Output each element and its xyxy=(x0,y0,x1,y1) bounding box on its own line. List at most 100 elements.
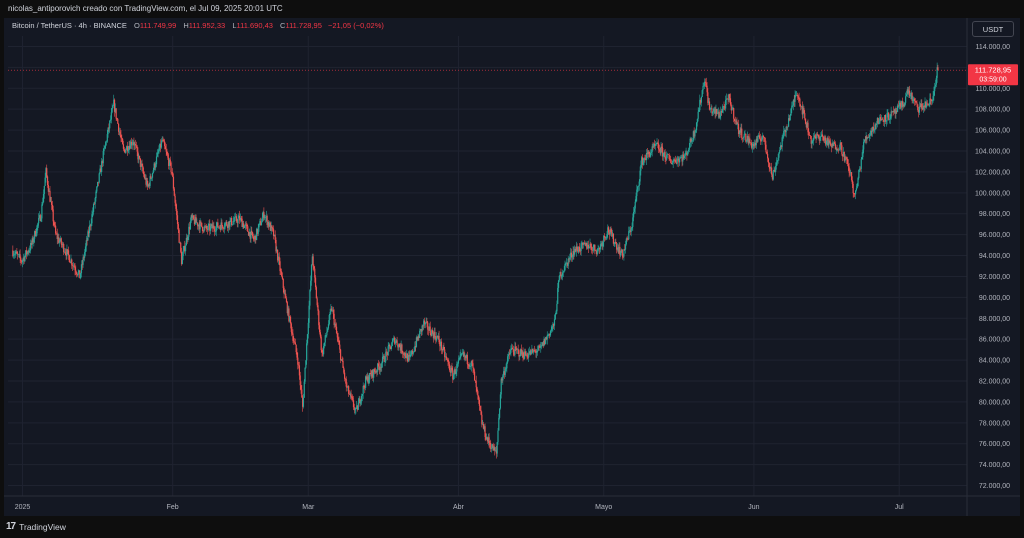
candle xyxy=(599,240,602,253)
chart-panel[interactable]: Bitcoin / TetherUS · 4h · BINANCE O111.7… xyxy=(4,18,1020,516)
candle xyxy=(133,137,135,151)
candle-body xyxy=(308,305,310,323)
candle-body xyxy=(550,329,552,332)
candle xyxy=(60,237,62,248)
candle-body xyxy=(47,184,49,192)
candle-body xyxy=(272,228,274,230)
candle xyxy=(122,137,124,145)
candle-body xyxy=(799,98,801,106)
candle-body xyxy=(712,111,714,114)
candle-body xyxy=(697,111,699,119)
candle-body xyxy=(60,238,62,245)
candle-body xyxy=(749,138,751,143)
candle-body xyxy=(297,357,299,365)
candle xyxy=(440,338,443,355)
candle xyxy=(913,97,916,106)
candle-body xyxy=(305,360,307,368)
candle-body xyxy=(561,275,563,278)
candle xyxy=(512,345,514,357)
candle-body xyxy=(135,145,137,147)
candle xyxy=(749,133,751,144)
candle-body xyxy=(119,131,121,136)
candle-body xyxy=(177,224,179,230)
candle-body xyxy=(635,196,637,202)
candle-body xyxy=(67,249,69,251)
candle xyxy=(141,159,143,167)
candle-body xyxy=(705,82,707,86)
candle-body xyxy=(861,157,863,160)
candle xyxy=(668,152,670,162)
candle-body xyxy=(603,235,606,238)
candle-body xyxy=(725,99,727,109)
candle-body xyxy=(299,375,301,386)
candle-body xyxy=(858,169,860,179)
candle-body xyxy=(817,134,820,138)
candle xyxy=(676,155,678,167)
candle-body xyxy=(410,354,412,356)
candle-body xyxy=(263,212,265,219)
candle-body xyxy=(599,244,602,250)
candle-body xyxy=(790,108,792,116)
candle-body xyxy=(310,280,312,291)
candle xyxy=(113,98,116,117)
candle-body xyxy=(157,152,159,154)
grid-lines xyxy=(8,36,967,496)
candle-body xyxy=(481,414,483,425)
candle xyxy=(304,367,306,385)
candle xyxy=(315,285,317,299)
candle-body xyxy=(909,90,911,97)
candle-body xyxy=(381,363,383,368)
candle-body xyxy=(536,350,539,353)
candle-body xyxy=(82,257,84,265)
candle xyxy=(232,216,234,226)
candle-body xyxy=(807,122,809,133)
candle xyxy=(514,341,516,358)
candle-body xyxy=(84,246,87,253)
candle-body xyxy=(497,430,499,443)
candle xyxy=(263,207,265,222)
candle xyxy=(872,122,874,134)
candle-body xyxy=(932,96,934,101)
candle xyxy=(427,321,429,335)
candle-body xyxy=(473,371,476,381)
candle-body xyxy=(838,149,841,150)
tradingview-brand[interactable]: 17 TradingView xyxy=(6,521,66,532)
candle xyxy=(911,92,913,104)
candle-body xyxy=(260,222,263,226)
candle-body xyxy=(704,81,707,83)
candle-body xyxy=(281,276,284,279)
candle-body xyxy=(819,136,821,141)
candle-body xyxy=(296,352,298,358)
candle xyxy=(68,254,70,263)
candle-body xyxy=(930,98,932,100)
price-chart[interactable]: 114.000,00112.000,00110.000,00108.000,00… xyxy=(4,18,1020,516)
candle xyxy=(160,138,162,149)
candle xyxy=(396,336,398,346)
candle-body xyxy=(19,254,21,259)
candle xyxy=(537,344,539,351)
candle-body xyxy=(53,221,55,226)
candle-body xyxy=(107,127,109,135)
candle-body xyxy=(13,254,16,256)
candle-body xyxy=(637,185,640,187)
candle-body xyxy=(274,234,276,240)
candle xyxy=(151,172,154,182)
candle-body xyxy=(868,135,870,138)
candle-body xyxy=(360,395,363,402)
candle-body xyxy=(779,150,781,153)
candle-body xyxy=(624,244,627,250)
candle-body xyxy=(184,245,187,252)
candle-body xyxy=(20,258,22,262)
candle-body xyxy=(134,144,137,146)
candle-body xyxy=(392,339,394,342)
candle-body xyxy=(224,223,226,228)
candle-body xyxy=(528,353,530,358)
candle-body xyxy=(476,387,478,392)
candle xyxy=(616,241,618,254)
candle-body xyxy=(80,273,82,279)
candle-body xyxy=(687,151,689,156)
candle-body xyxy=(309,290,311,306)
candle-body xyxy=(840,142,842,146)
candle-body xyxy=(44,177,46,186)
candle xyxy=(506,361,508,373)
